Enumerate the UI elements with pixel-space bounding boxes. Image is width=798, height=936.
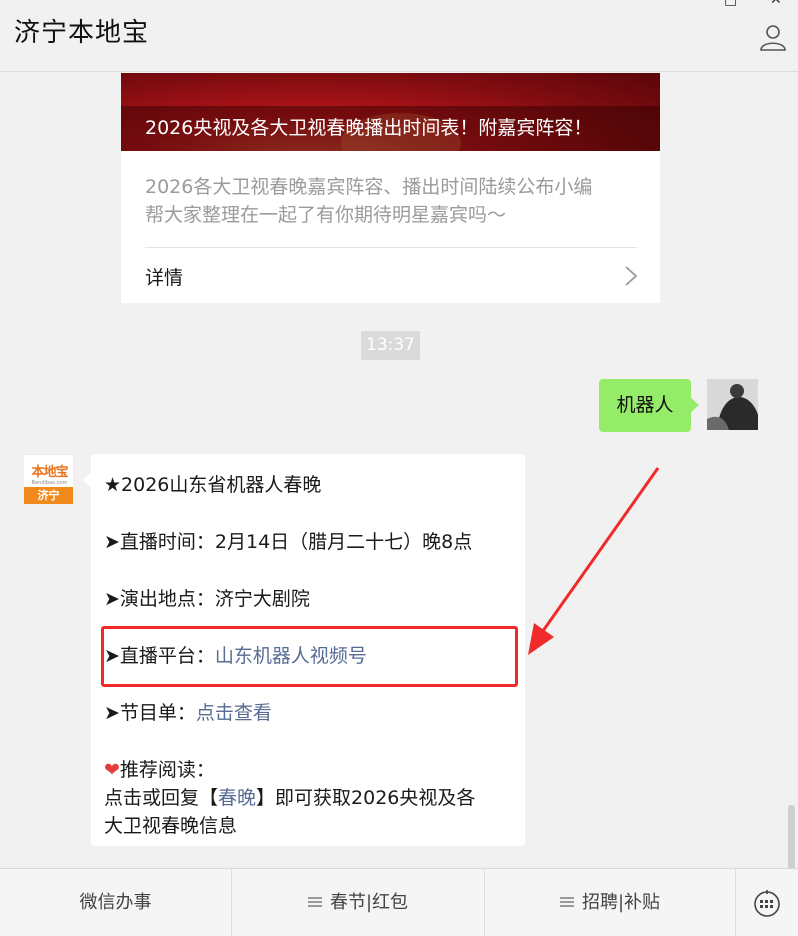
- article-desc-line2: 帮大家整理在一起了有你期待明星嘉宾吗～: [145, 204, 507, 226]
- user-avatar[interactable]: [707, 379, 758, 430]
- program-link[interactable]: 点击查看: [196, 702, 272, 724]
- article-description: 2026各大卫视春晚嘉宾阵容、播出时间陆续公布小编 帮大家整理在一起了有你期待明…: [145, 173, 645, 229]
- keyboard-switch-icon[interactable]: [752, 889, 782, 919]
- pin-icon[interactable]: ┴: [622, 0, 630, 8]
- article-card[interactable]: 2026央视及各大卫视春晚播出时间表！附嘉宾阵容！ 2026各大卫视春晚嘉宾阵容…: [121, 73, 660, 303]
- reply-hint-line2: 大卫视春晚信息: [104, 815, 238, 837]
- chat-header: 济宁本地宝 ┴ □ ✕: [0, 0, 798, 72]
- broadcast-time: ➤直播时间：2月14日（腊月二十七）晚8点: [104, 531, 473, 553]
- logo-brand-text: 本地宝: [31, 465, 68, 480]
- spring-gala-link[interactable]: 春晚: [218, 787, 256, 809]
- reply-hint-line: 点击或回复【春晚】即可获取2026央视及各: [104, 783, 475, 810]
- menu-item-spring-festival[interactable]: 春节|红包: [232, 869, 484, 936]
- logo-city-text: 济宁: [24, 487, 73, 504]
- user-profile-icon[interactable]: [758, 22, 788, 52]
- recommend-label: 推荐阅读：: [119, 759, 215, 781]
- chevron-right-icon: [625, 266, 638, 286]
- article-desc-line1: 2026各大卫视春晚嘉宾阵容、播出时间陆续公布小编: [145, 176, 593, 198]
- recommend-line: ❤推荐阅读：: [104, 755, 215, 782]
- menu-list-icon: [559, 897, 574, 907]
- account-avatar[interactable]: 本地宝 Bendibao.com 济宁: [23, 454, 74, 505]
- article-title: 2026央视及各大卫视春晚播出时间表！附嘉宾阵容！: [121, 106, 660, 151]
- program-line: ➤节目单：点击查看: [104, 698, 272, 725]
- menu-list-icon: [307, 897, 322, 907]
- event-title: ★2026山东省机器人春晚: [104, 474, 322, 496]
- close-icon[interactable]: ✕: [770, 0, 782, 8]
- reply-hint-suffix: 】即可获取2026央视及各: [256, 787, 476, 809]
- menu-item-wechat-service[interactable]: 微信办事: [0, 869, 231, 936]
- program-label: ➤节目单：: [104, 702, 196, 724]
- menu-item-label: 春节|红包: [329, 892, 409, 913]
- maximize-icon[interactable]: □: [724, 0, 737, 8]
- menu-item-jobs-subsidy[interactable]: 招聘|补贴: [485, 869, 735, 936]
- scrollbar-thumb[interactable]: [788, 805, 795, 868]
- card-divider: [145, 247, 637, 248]
- reply-hint-prefix: 点击或回复【: [104, 787, 219, 809]
- chat-area[interactable]: 2026央视及各大卫视春晚播出时间表！附嘉宾阵容！ 2026各大卫视春晚嘉宾阵容…: [0, 73, 798, 868]
- logo-site-text: Bendibao.com: [31, 480, 68, 486]
- account-title: 济宁本地宝: [14, 18, 150, 48]
- message-timestamp: 13:37: [361, 331, 420, 360]
- heart-icon: ❤: [104, 759, 120, 781]
- article-detail-link[interactable]: 详情: [145, 263, 183, 290]
- highlight-box: [101, 626, 518, 687]
- menu-item-label: 招聘|补贴: [581, 892, 661, 913]
- sent-message-bubble[interactable]: 机器人: [599, 379, 699, 432]
- bottom-menu: 微信办事 春节|红包 招聘|补贴: [0, 868, 798, 936]
- menu-item-label: 微信办事: [79, 892, 152, 913]
- venue: ➤演出地点：济宁大剧院: [104, 588, 310, 610]
- annotation-arrow: [528, 467, 660, 655]
